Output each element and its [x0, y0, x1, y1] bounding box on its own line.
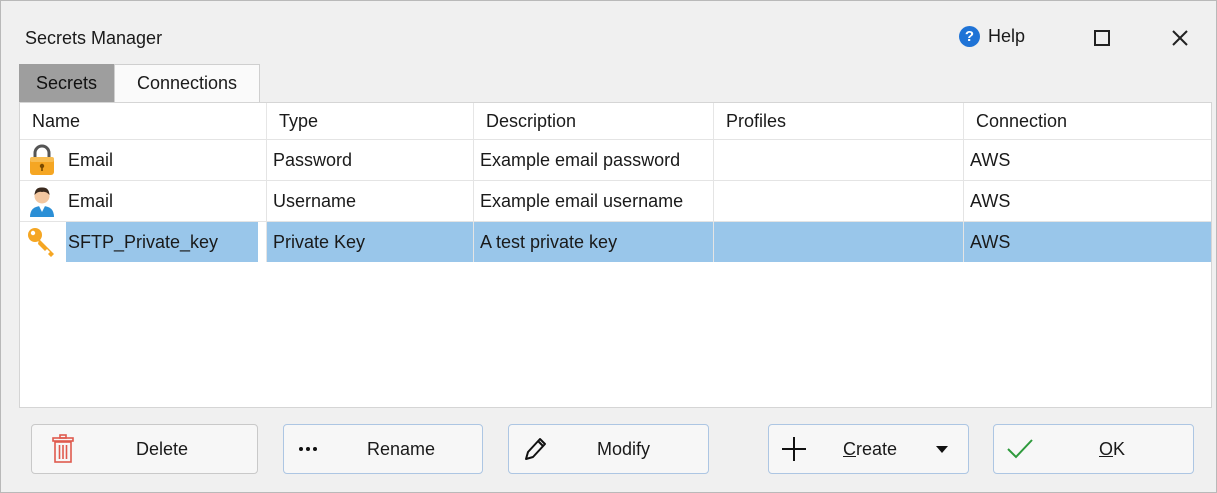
- delete-label: Delete: [136, 438, 189, 459]
- create-button[interactable]: Create: [768, 424, 969, 474]
- cell-description: A test private key: [474, 222, 714, 262]
- column-header-connection[interactable]: Connection: [964, 103, 1211, 139]
- maximize-icon[interactable]: [1094, 30, 1110, 46]
- modify-button[interactable]: Modify: [508, 424, 709, 474]
- tab-connections[interactable]: Connections: [114, 64, 261, 102]
- chevron-down-icon[interactable]: [935, 425, 949, 473]
- checkmark-icon: [1006, 425, 1034, 473]
- help-icon: ?: [959, 26, 980, 47]
- user-icon: [24, 183, 60, 219]
- ok-label: OK: [1099, 438, 1126, 459]
- rename-button[interactable]: Rename: [283, 424, 483, 474]
- create-label: Create: [843, 438, 898, 459]
- tab-bar: Secrets Connections: [19, 64, 261, 102]
- cell-connection: AWS: [970, 149, 1011, 170]
- ok-button[interactable]: OK: [993, 424, 1194, 474]
- cell-connection: AWS: [970, 231, 1011, 252]
- cell-type: Private Key: [267, 222, 474, 262]
- cell-name: SFTP_Private_key: [20, 222, 267, 262]
- title-bar: Secrets Manager ? Help: [1, 1, 1216, 63]
- table-row[interactable]: Email Password Example email password AW…: [20, 139, 1211, 180]
- lock-icon: [24, 142, 60, 178]
- key-icon: [24, 224, 60, 260]
- cell-name: Email: [20, 181, 267, 221]
- cell-profiles: [714, 140, 964, 180]
- column-header-description[interactable]: Description: [474, 103, 714, 139]
- cell-description: Example email password: [474, 140, 714, 180]
- column-header-type[interactable]: Type: [267, 103, 474, 139]
- table-row-selected[interactable]: SFTP_Private_key Private Key A test priv…: [20, 221, 1211, 262]
- cell-connection: AWS: [970, 190, 1011, 211]
- rename-label: Rename: [367, 438, 436, 459]
- cell-profiles: [714, 222, 964, 262]
- plus-icon: [781, 425, 807, 473]
- cell-profiles: [714, 181, 964, 221]
- help-button[interactable]: ? Help: [959, 26, 1025, 47]
- secrets-manager-window: Secrets Manager ? Help Secrets Connectio…: [0, 0, 1217, 493]
- cell-name: Email: [20, 140, 267, 180]
- column-header-profiles[interactable]: Profiles: [714, 103, 964, 139]
- tab-secrets[interactable]: Secrets: [19, 64, 115, 102]
- table-row[interactable]: Email Username Example email username AW…: [20, 180, 1211, 221]
- cell-description: Example email username: [474, 181, 714, 221]
- table-header: Name Type Description Profiles Connectio…: [20, 103, 1211, 139]
- column-header-name[interactable]: Name: [20, 103, 267, 139]
- delete-button[interactable]: Delete: [31, 424, 258, 474]
- help-label: Help: [988, 26, 1026, 46]
- pencil-icon: [523, 425, 547, 473]
- cell-type: Username: [267, 181, 474, 221]
- window-title: Secrets Manager: [25, 28, 163, 48]
- close-icon[interactable]: [1167, 23, 1193, 53]
- modify-label: Modify: [597, 438, 651, 459]
- cell-type: Password: [267, 140, 474, 180]
- ellipsis-icon: [298, 425, 318, 473]
- secrets-table[interactable]: Name Type Description Profiles Connectio…: [19, 102, 1212, 408]
- trash-icon: [48, 425, 78, 473]
